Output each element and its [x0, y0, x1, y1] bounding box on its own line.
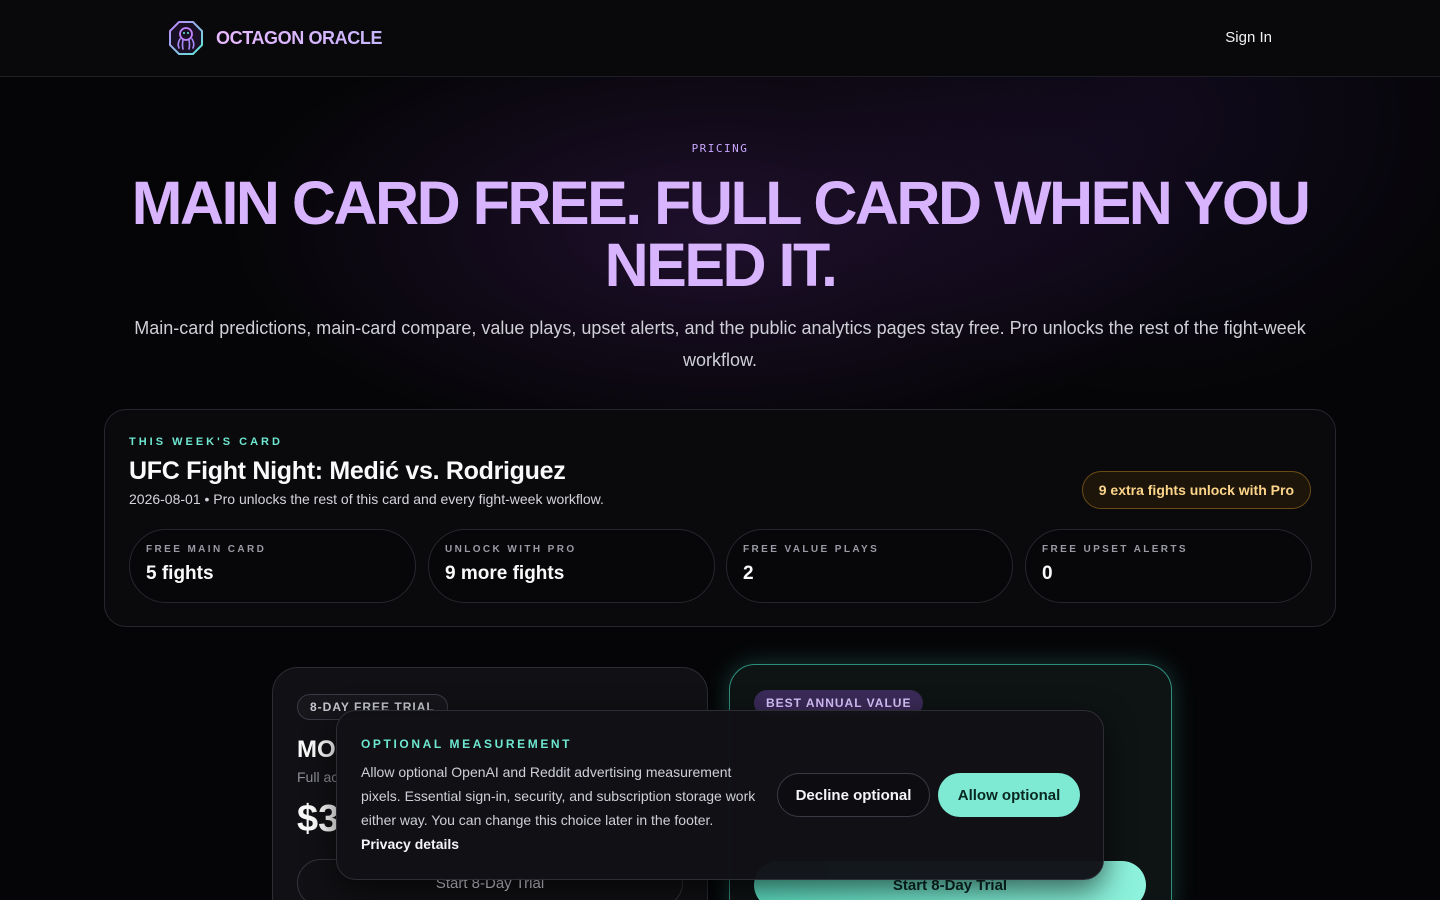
- stat-free-upset-alerts: FREE UPSET ALERTS 0: [1025, 529, 1312, 603]
- stat-unlock-with-pro: UNLOCK WITH PRO 9 more fights: [428, 529, 715, 603]
- octopus-logo-icon: [168, 20, 204, 56]
- stat-value: 9 more fights: [445, 563, 565, 584]
- stat-label: FREE UPSET ALERTS: [1042, 544, 1188, 555]
- allow-optional-button[interactable]: Allow optional: [938, 773, 1080, 817]
- consent-eyebrow: OPTIONAL MEASUREMENT: [361, 737, 573, 751]
- consent-banner: OPTIONAL MEASUREMENT Allow optional Open…: [336, 710, 1104, 880]
- plan-price: $3: [297, 798, 340, 840]
- pro-unlock-badge: 9 extra fights unlock with Pro: [1081, 471, 1311, 509]
- stat-value: 5 fights: [146, 563, 214, 584]
- stat-free-value-plays: FREE VALUE PLAYS 2: [726, 529, 1013, 603]
- stat-value: 2: [743, 563, 754, 584]
- sign-in-link[interactable]: Sign In: [1225, 29, 1272, 46]
- brand[interactable]: OCTAGON ORACLE: [168, 20, 382, 56]
- week-eyebrow: THIS WEEK'S CARD: [129, 436, 283, 448]
- decline-optional-button[interactable]: Decline optional: [777, 773, 930, 817]
- consent-text: Allow optional OpenAI and Reddit adverti…: [361, 760, 757, 856]
- page-subtitle: Main-card predictions, main-card compare…: [134, 318, 1306, 370]
- brand-name: OCTAGON ORACLE: [216, 27, 383, 48]
- event-meta: 2026-08-01 • Pro unlocks the rest of thi…: [129, 491, 604, 507]
- stat-free-main-card: FREE MAIN CARD 5 fights: [129, 529, 416, 603]
- top-navigation: OCTAGON ORACLE Sign In: [0, 0, 1440, 77]
- plan-description: Full ac: [297, 769, 339, 785]
- stat-value: 0: [1042, 563, 1053, 584]
- this-week-card-panel: THIS WEEK'S CARD UFC Fight Night: Medić …: [104, 409, 1336, 627]
- stat-label: FREE MAIN CARD: [146, 544, 267, 555]
- privacy-details-link[interactable]: Privacy details: [361, 836, 459, 852]
- page-title: MAIN CARD FREE. FULL CARD WHEN YOU NEED …: [131, 169, 1311, 299]
- stat-label: FREE VALUE PLAYS: [743, 544, 880, 555]
- plan-name: MO: [297, 736, 336, 763]
- pricing-eyebrow: PRICING: [691, 142, 749, 155]
- event-title: UFC Fight Night: Medić vs. Rodriguez: [129, 457, 566, 485]
- stat-label: UNLOCK WITH PRO: [445, 544, 577, 555]
- consent-body: Allow optional OpenAI and Reddit adverti…: [361, 764, 756, 828]
